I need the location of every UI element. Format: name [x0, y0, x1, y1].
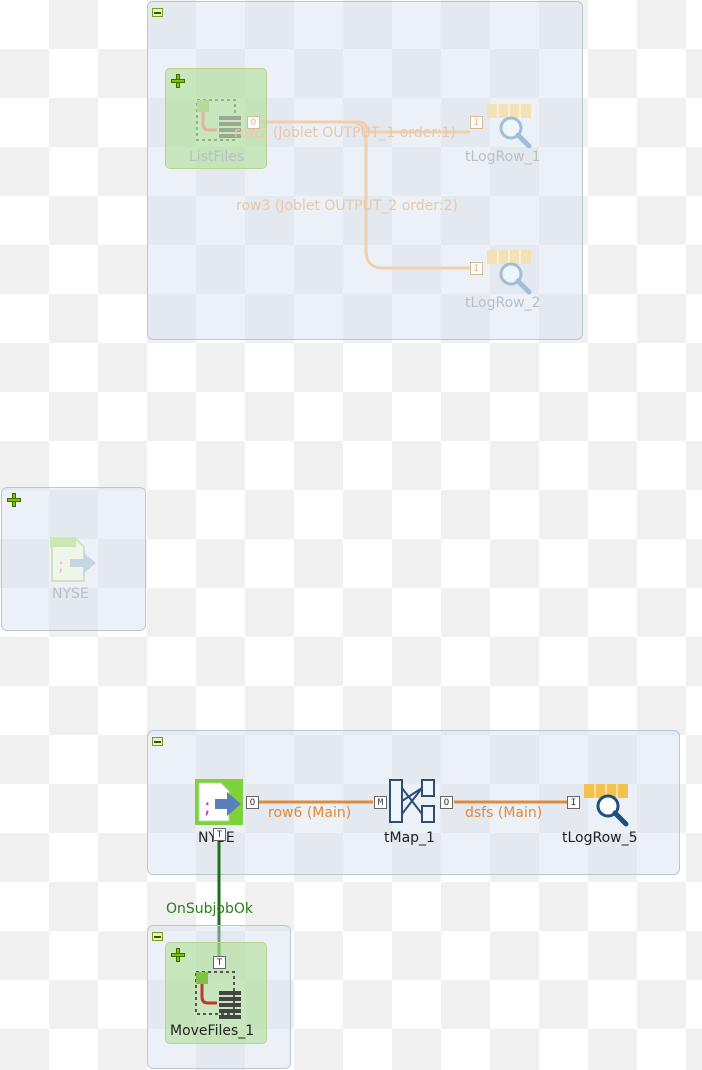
tmap-icon[interactable]: [388, 778, 436, 824]
component-label-movefiles: MoveFiles_1: [170, 1023, 255, 1039]
movefiles-icon: [195, 971, 245, 1021]
trigger-label-onsubjobok[interactable]: OnSubjobOk: [166, 901, 253, 917]
port-input-tlogrow5[interactable]: I: [567, 796, 580, 809]
link-label-dsfs[interactable]: dsfs (Main): [465, 805, 542, 821]
link-lines-main: [217, 800, 567, 956]
port-trigger-movefiles[interactable]: T: [213, 956, 226, 969]
component-label-tlogrow5: tLogRow_5: [562, 830, 638, 846]
port-output-nyse[interactable]: O: [246, 796, 259, 809]
nyse-file-icon[interactable]: ;: [195, 779, 243, 825]
tlogrow5-magnifier-icon[interactable]: [584, 784, 632, 828]
port-input-tmap[interactable]: M: [374, 796, 387, 809]
port-output-tmap[interactable]: O: [440, 796, 453, 809]
expand-icon[interactable]: [171, 948, 185, 962]
svg-text:;: ;: [204, 794, 211, 818]
port-trigger-nyse[interactable]: T: [213, 828, 226, 841]
link-label-row6[interactable]: row6 (Main): [268, 805, 351, 821]
collapse-icon[interactable]: [152, 932, 163, 941]
component-label-tmap: tMap_1: [384, 830, 435, 846]
